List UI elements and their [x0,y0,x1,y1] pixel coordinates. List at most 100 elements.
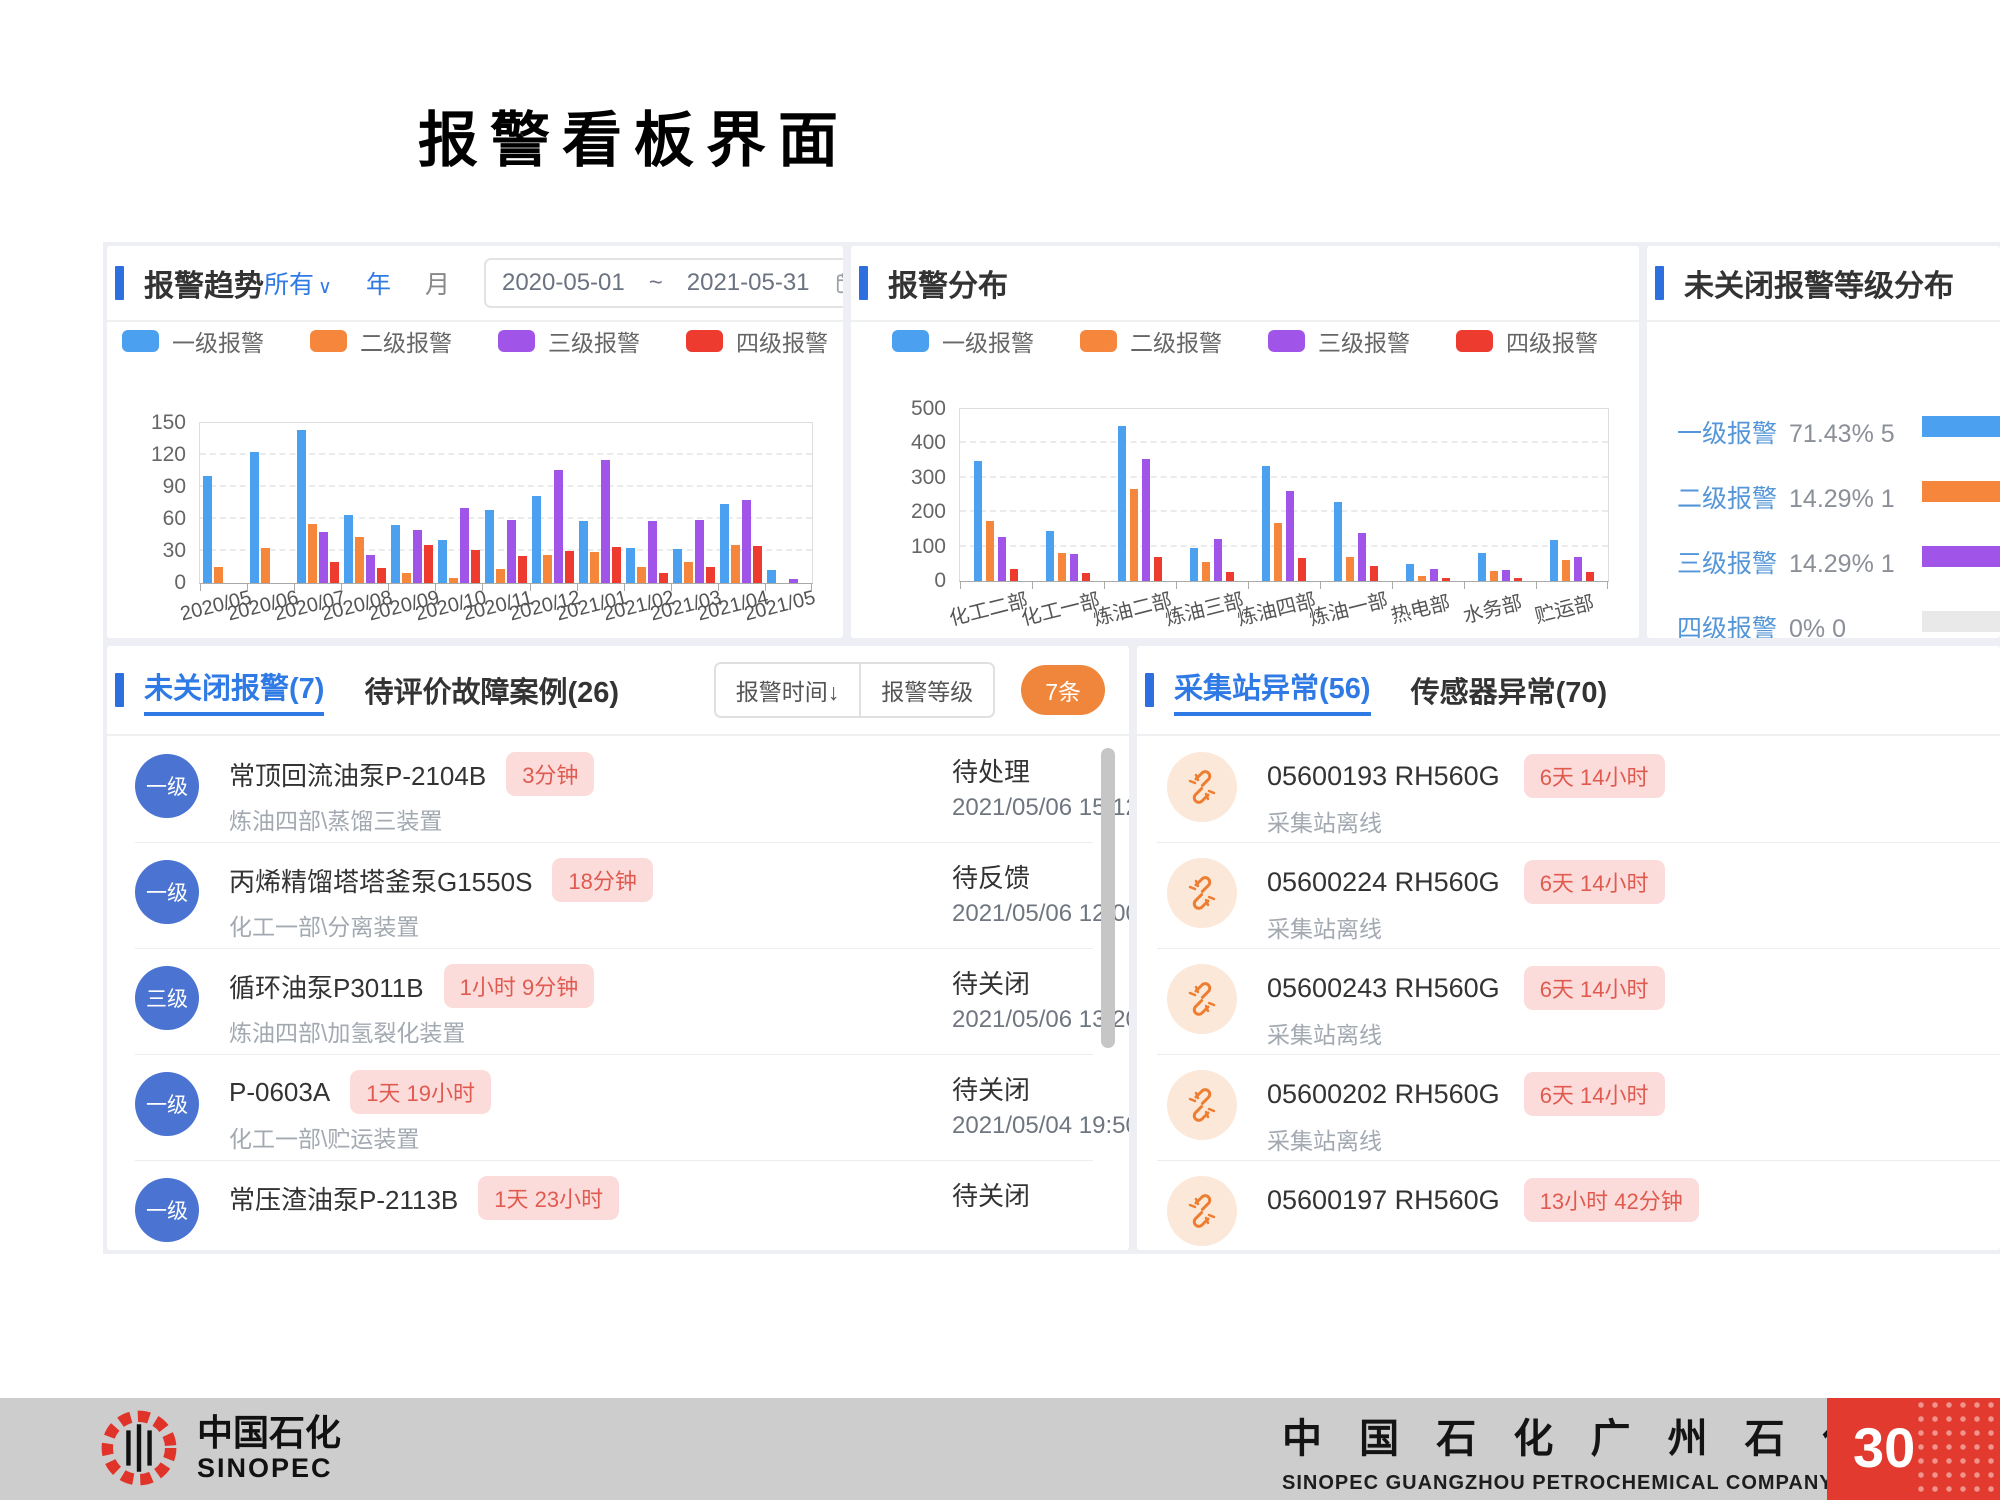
y-axis-label: 90 [116,475,186,499]
legend-label: 四级报警 [736,324,828,358]
date-range-picker[interactable]: 2020-05-01 ~ 2021-05-31 [484,258,843,308]
level-distribution-row: 一级报警71.43% 5 [1647,414,2000,442]
legend-item[interactable]: 二级报警 [1080,324,1222,358]
bar [590,552,599,583]
duration-badge: 1小时 9分钟 [444,964,595,1008]
station-list-item[interactable]: 05600243 RH560G6天 14小时采集站离线 [1137,948,2000,1054]
bar [742,500,751,583]
level-value: 0% 0 [1789,615,1846,638]
station-list-item[interactable]: 05600193 RH560G6天 14小时采集站离线 [1137,736,2000,842]
tab-fault-cases[interactable]: 待评价故障案例(26) [364,669,619,711]
tab-station-anomaly[interactable]: 采集站异常(56) [1174,665,1371,716]
bar [1154,557,1162,581]
legend-item[interactable]: 二级报警 [310,324,452,358]
open-alarms-panel: 未关闭报警(7) 待评价故障案例(26) 报警时间↓ 报警等级 7条 一级常顶回… [107,646,1129,1250]
level-value: 14.29% 1 [1789,550,1895,578]
bar [1346,557,1354,581]
x-axis-tick [388,583,389,591]
legend-item[interactable]: 四级报警 [686,324,828,358]
level-label: 四级报警0% 0 [1677,609,1846,638]
legend-item[interactable]: 四级报警 [1456,324,1598,358]
tab-open-alarms[interactable]: 未关闭报警(7) [144,665,324,716]
bar [1010,569,1018,581]
alarm-list-item[interactable]: 三级循环油泵P3011B1小时 9分钟炼油四部\加氢裂化装置待关闭2021/05… [107,948,1129,1054]
legend-item[interactable]: 一级报警 [892,324,1034,358]
bar [449,578,458,583]
y-axis-label: 200 [876,500,946,524]
filter-month-link[interactable]: 月 [425,265,450,301]
alarm-item-title: 丙烯精馏塔塔釜泵G1550S [229,862,532,899]
divider [1157,842,2000,843]
level-distribution-row: 四级报警0% 0 [1647,609,2000,637]
station-list-item[interactable]: 05600197 RH560G13小时 42分钟 [1137,1160,2000,1250]
station-item-title: 05600202 RH560G [1267,1079,1500,1110]
scrollbar-thumb[interactable] [1101,748,1115,1048]
date-end: 2021-05-31 [687,269,810,297]
date-start: 2020-05-01 [502,269,625,297]
legend-item[interactable]: 三级报警 [1268,324,1410,358]
divider [135,1160,1093,1161]
bar [753,546,762,583]
divider [1157,948,2000,949]
alarm-level-badge: 三级 [135,966,199,1030]
open-alarm-level-panel: 未关闭报警等级分布 一级报警71.43% 5二级报警14.29% 1三级报警14… [1647,246,2000,638]
bar [1442,578,1450,581]
bar [706,567,715,583]
x-axis-tick [435,583,436,591]
alarm-list-item[interactable]: 一级P-0603A1天 19小时化工一部\贮运装置待关闭2021/05/04 1… [107,1054,1129,1160]
accent-bar [1145,673,1154,707]
broken-link-icon [1167,1070,1237,1140]
filter-year-link[interactable]: 年 [366,265,391,301]
dot-pattern [1914,1398,2000,1500]
bar [767,570,776,583]
level-value: 71.43% 5 [1789,420,1895,448]
bar [1418,576,1426,581]
divider [1157,1054,2000,1055]
station-list-item[interactable]: 05600224 RH560G6天 14小时采集站离线 [1137,842,2000,948]
filter-all-dropdown[interactable]: 所有∨ [264,265,332,301]
sort-by-time-button[interactable]: 报警时间↓ [714,662,862,718]
sort-by-level-button[interactable]: 报警等级 [859,662,995,718]
y-axis-label: 300 [876,466,946,490]
bar [1058,553,1066,581]
alarm-item-location: 炼油四部\蒸馏三装置 [229,802,442,836]
item-title-row: 05600197 RH560G13小时 42分钟 [1267,1178,1699,1222]
level-bar [1922,546,2000,567]
level-label: 一级报警71.43% 5 [1677,414,1895,450]
alarm-trend-legend: 一级报警 二级报警 三级报警 四级报警 [107,324,843,358]
bar [1082,573,1090,581]
legend-item[interactable]: 三级报警 [498,324,640,358]
bar [355,537,364,583]
station-item-title: 05600243 RH560G [1267,973,1500,1004]
x-axis-tick [960,581,961,589]
bar [1130,489,1138,581]
alarm-list-item[interactable]: 一级常压渣油泵P-2113B1天 23小时待关闭 [107,1160,1129,1250]
broken-link-icon [1167,964,1237,1034]
bar [1070,554,1078,581]
open-alarms-list: 一级常顶回流油泵P-2104B3分钟炼油四部\蒸馏三装置待处理2021/05/0… [107,736,1129,1250]
y-axis-label: 150 [116,411,186,435]
legend-chip [310,330,347,352]
bar [637,567,646,583]
tab-sensor-anomaly[interactable]: 传感器异常(70) [1411,669,1608,711]
x-axis-tick [624,583,625,591]
bar [261,548,270,583]
x-axis-tick [671,583,672,591]
alarm-item-title: P-0603A [229,1077,330,1108]
x-axis-tick [718,583,719,591]
page-title: 报警看板界面 [418,92,850,179]
station-list-item[interactable]: 05600202 RH560G6天 14小时采集站离线 [1137,1054,2000,1160]
legend-chip [1456,330,1493,352]
item-title-row: 05600202 RH560G6天 14小时 [1267,1072,1665,1116]
alarm-list-item[interactable]: 一级常顶回流油泵P-2104B3分钟炼油四部\蒸馏三装置待处理2021/05/0… [107,736,1129,842]
bar [1190,548,1198,581]
alarm-trend-chart: 03060901201502020/052020/062020/072020/0… [199,422,813,584]
bar [1562,560,1570,581]
legend-item[interactable]: 一级报警 [122,324,264,358]
gridline [200,485,812,487]
level-bar [1922,416,2000,437]
alarm-list-item[interactable]: 一级丙烯精馏塔塔釜泵G1550S18分钟化工一部\分离装置待反馈2021/05/… [107,842,1129,948]
bar [720,504,729,583]
bar [377,568,386,583]
bar [601,460,610,583]
